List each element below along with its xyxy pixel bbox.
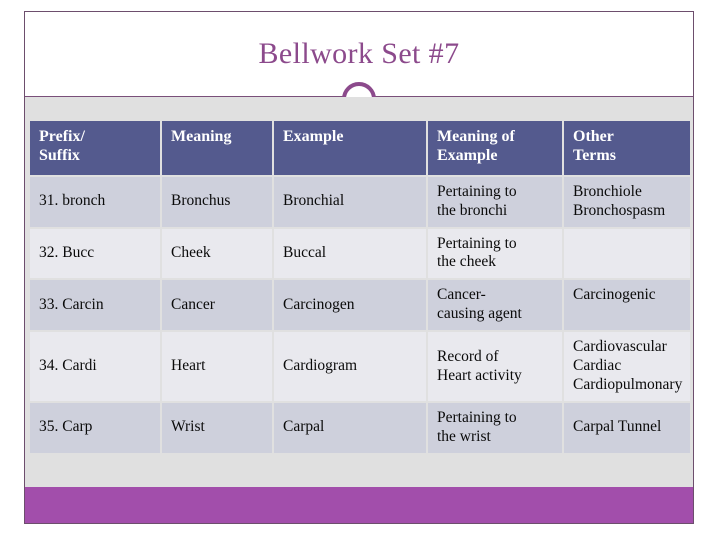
- vocabulary-table: Prefix/ Suffix Meaning Example Meaning o…: [28, 119, 692, 455]
- cell-line: Pertaining to: [437, 408, 517, 426]
- table-row: 31. bronch Bronchus Bronchial Pertaining…: [30, 176, 690, 227]
- header-line-2: Terms: [573, 146, 616, 164]
- slide: Bellwork Set #7 Prefix/ Suffix Meaning E…: [0, 0, 720, 540]
- cell-example: Cardiogram: [274, 332, 426, 401]
- header-line-2: Example: [437, 146, 498, 164]
- cell-meaning: Cheek: [162, 228, 272, 279]
- table-row: 34. Cardi Heart Cardiogram Record of Hea…: [30, 332, 690, 401]
- header-line-1: Other: [573, 128, 614, 145]
- header-line-1: Example: [283, 128, 344, 145]
- cell-meaning-of-example: Cancer- causing agent: [428, 280, 562, 331]
- cell-meaning: Wrist: [162, 402, 272, 453]
- cell-other-terms: Bronchiole Bronchospasm: [564, 176, 690, 227]
- cell-meaning-of-example: Pertaining to the cheek: [428, 228, 562, 279]
- cell-meaning: Heart: [162, 332, 272, 401]
- cell-line: Bronchospasm: [573, 201, 666, 219]
- cell-line: Cardiopulmonary: [573, 376, 683, 393]
- cell-other-terms: Cardiovascular Cardiac Cardiopulmonary: [564, 332, 690, 401]
- cell-other-terms: [564, 228, 690, 279]
- cell-prefix-suffix: 35. Carp: [30, 402, 160, 453]
- column-header-meaning: Meaning: [162, 121, 272, 175]
- column-header-example: Example: [274, 121, 426, 175]
- cell-prefix-suffix: 34. Cardi: [30, 332, 160, 401]
- cell-line: Heart activity: [437, 366, 522, 384]
- column-header-prefix-suffix: Prefix/ Suffix: [30, 121, 160, 175]
- cell-line: Cardiovascular: [573, 338, 667, 356]
- column-header-other-terms: Other Terms: [564, 121, 690, 175]
- cell-meaning-of-example: Pertaining to the bronchi: [428, 176, 562, 227]
- table-row: 32. Bucc Cheek Buccal Pertaining to the …: [30, 228, 690, 279]
- cell-prefix-suffix: 33. Carcin: [30, 280, 160, 331]
- header-line-2: Suffix: [39, 146, 80, 164]
- cell-example: Bronchial: [274, 176, 426, 227]
- cell-prefix-suffix: 32. Bucc: [30, 228, 160, 279]
- bottom-accent-bar: [25, 487, 693, 523]
- cell-line: Pertaining to: [437, 182, 517, 200]
- cell-meaning: Bronchus: [162, 176, 272, 227]
- cell-example: Carpal: [274, 402, 426, 453]
- table-header-row: Prefix/ Suffix Meaning Example Meaning o…: [30, 121, 690, 175]
- cell-prefix-suffix: 31. bronch: [30, 176, 160, 227]
- cell-line: causing agent: [437, 305, 522, 323]
- cell-other-terms: Carcinogenic: [564, 280, 690, 331]
- cell-line: Pertaining to: [437, 234, 517, 252]
- cell-line: Cancer-: [437, 286, 486, 304]
- cell-line: Record of: [437, 347, 499, 365]
- cell-meaning: Cancer: [162, 280, 272, 331]
- table-row: 35. Carp Wrist Carpal Pertaining to the …: [30, 402, 690, 453]
- cell-line: Cardiac: [573, 357, 622, 375]
- cell-line: Bronchiole: [573, 182, 642, 200]
- header-line-1: Meaning of: [437, 128, 515, 145]
- cell-line: the wrist: [437, 427, 491, 445]
- cell-line: the cheek: [437, 253, 496, 271]
- header-line-1: Prefix/: [39, 128, 85, 145]
- column-header-meaning-of-example: Meaning of Example: [428, 121, 562, 175]
- table-row: 33. Carcin Cancer Carcinogen Cancer- cau…: [30, 280, 690, 331]
- cell-line: the bronchi: [437, 201, 508, 219]
- cell-meaning-of-example: Record of Heart activity: [428, 332, 562, 401]
- cell-example: Buccal: [274, 228, 426, 279]
- header-line-1: Meaning: [171, 128, 232, 145]
- cell-example: Carcinogen: [274, 280, 426, 331]
- cell-meaning-of-example: Pertaining to the wrist: [428, 402, 562, 453]
- page-title: Bellwork Set #7: [258, 37, 460, 70]
- cell-other-terms: Carpal Tunnel: [564, 402, 690, 453]
